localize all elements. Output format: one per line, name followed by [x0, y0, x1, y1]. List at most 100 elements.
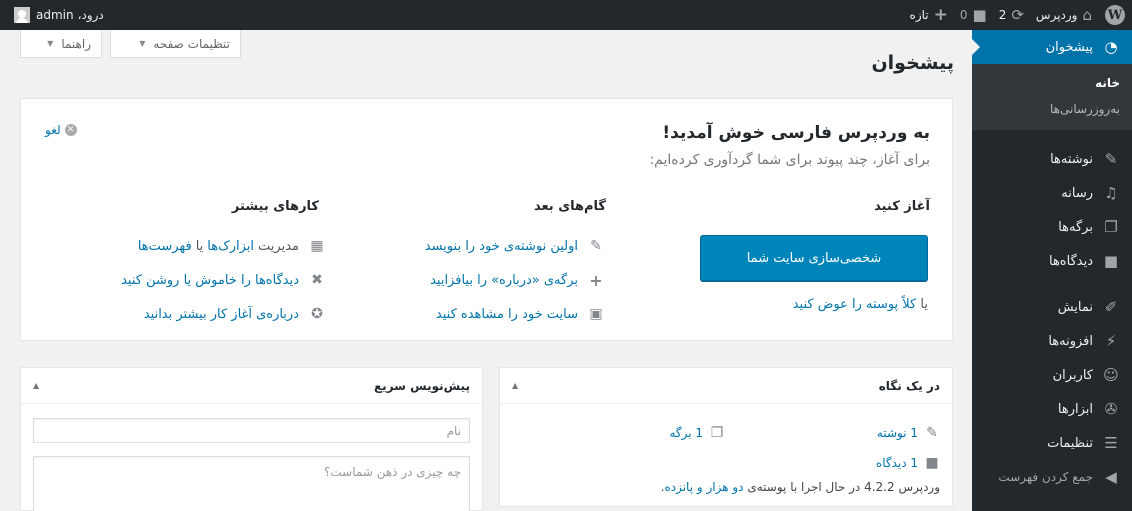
new-label: تازه — [909, 8, 929, 22]
plus-icon: + — [589, 270, 603, 290]
sidebar-item-comments[interactable]: ■ دیدگاه‌ها — [972, 244, 1132, 278]
change-theme-text: یا کلاً پوسته را عوض کنید — [793, 297, 928, 312]
screen-options-label: تنظیمات صفحه — [153, 36, 230, 51]
or-text: یا — [195, 238, 204, 254]
learn-more-link[interactable]: درباره‌ی آغاز کار بیشتر بدانید — [144, 307, 299, 322]
edit-page-icon: ✎ — [590, 238, 602, 254]
glance-pages[interactable]: ❐ 1 برگه — [510, 425, 725, 441]
posts-count-link[interactable]: 1 نوشته — [877, 426, 918, 440]
or-text: یا — [920, 297, 928, 312]
welcome-panel: به وردپرس فارسی خوش آمدید! برای آغاز، چن… — [20, 98, 953, 341]
sidebar-item-label: افزونه‌ها — [1048, 333, 1093, 349]
dismiss-label: لغو — [45, 123, 61, 137]
pushpin-icon: ✎ — [1104, 150, 1118, 168]
glance-comments[interactable]: ■ 1 دیدگاه — [725, 455, 940, 471]
collapse-menu-button[interactable]: ◀ جمع کردن فهرست — [972, 460, 1132, 494]
sidebar-item-label: تنظیمات — [1047, 435, 1093, 451]
glance-posts[interactable]: ✎ 1 نوشته — [725, 425, 940, 441]
theme-link[interactable]: دو هزار و پانزده — [664, 480, 743, 494]
sidebar-subitem-home[interactable]: خانه — [972, 70, 1132, 96]
list-item: ✖ دیدگاه‌ها را خاموش یا روشن کنید — [121, 263, 327, 297]
quick-draft-widget: پیش‌نویس سریع ▲ نام چه چیزی در ذهن شماست… — [20, 367, 483, 511]
comments-toggle-icon: ✖ — [311, 272, 323, 288]
comments-menu[interactable]: ■ 0 — [954, 0, 993, 30]
list-item: ▦ مدیریت ابزارک‌ها یا فهرست‌ها — [121, 229, 327, 263]
pages-icon: ❐ — [1104, 218, 1118, 236]
page-title: پیشخوان — [871, 52, 954, 74]
manage-menus-link[interactable]: فهرست‌ها — [138, 239, 192, 254]
sidebar-item-media[interactable]: ♫ رسانه — [972, 176, 1132, 210]
welcome-title: به وردپرس فارسی خوش آمدید! — [662, 123, 930, 143]
collapse-arrow-icon: ◀ — [1105, 468, 1117, 486]
more-actions-title: کارهای بیشتر — [231, 199, 319, 214]
widget-title: پیش‌نویس سریع — [373, 378, 470, 393]
new-content-menu[interactable]: + تازه — [904, 0, 954, 30]
dropdown-arrow-icon: ▼ — [139, 39, 146, 48]
help-button[interactable]: راهنما ▼ — [20, 30, 102, 58]
greeting: درود، — [77, 8, 104, 22]
widget-header[interactable]: پیش‌نویس سریع ▲ — [21, 368, 482, 404]
sidebar-item-label: نوشته‌ها — [1050, 151, 1093, 167]
more-actions-list: ▦ مدیریت ابزارک‌ها یا فهرست‌ها ✖ دیدگاه‌… — [121, 229, 327, 331]
comments-count: 0 — [959, 8, 968, 22]
write-first-post-link[interactable]: اولین نوشته‌ی خود را بنویسد — [425, 239, 578, 254]
sidebar-item-label: دیدگاه‌ها — [1048, 253, 1093, 269]
sidebar-item-posts[interactable]: ✎ نوشته‌ها — [972, 142, 1132, 176]
sidebar-item-pages[interactable]: ❐ برگه‌ها — [972, 210, 1132, 244]
sidebar-item-settings[interactable]: ☰ تنظیمات — [972, 426, 1132, 460]
sidebar-subitem-updates[interactable]: به‌روزرسانی‌ها — [972, 96, 1132, 122]
manage-widgets-link[interactable]: ابزارک‌ها — [207, 239, 254, 254]
wordpress-version-text: وردپرس 4.2.2 در حال اجرا با پوسته‌ی دو ه… — [661, 480, 940, 494]
change-theme-link[interactable]: کلاً پوسته را عوض کنید — [793, 297, 917, 312]
sidebar-item-appearance[interactable]: ✐ نمایش — [972, 290, 1132, 324]
widget-header[interactable]: در یک نگاه ▲ — [500, 368, 952, 404]
home-icon: ⌂ — [1082, 6, 1092, 24]
plus-icon: + — [933, 5, 948, 25]
draft-title-input[interactable]: نام — [33, 418, 470, 443]
list-item: ✪ درباره‌ی آغاز کار بیشتر بدانید — [121, 297, 327, 331]
screen-options-button[interactable]: تنظیمات صفحه ▼ — [110, 30, 241, 58]
at-a-glance-widget: در یک نگاه ▲ ✎ 1 نوشته ❐ 1 برگه ■ 1 دیدگ… — [499, 367, 953, 507]
view-site-icon: ▣ — [589, 306, 603, 322]
pages-count-link[interactable]: 1 برگه — [669, 426, 703, 440]
sidebar-item-users[interactable]: ☺ کاربران — [972, 358, 1132, 392]
plugin-icon: ⚡ — [1105, 332, 1117, 350]
glance-stats: ✎ 1 نوشته ❐ 1 برگه ■ 1 دیدگاه — [510, 418, 940, 478]
help-label: راهنما — [61, 36, 91, 51]
avatar — [14, 7, 30, 23]
manage-text: مدیریت — [258, 238, 299, 254]
comment-bubble-icon: ■ — [1103, 252, 1119, 270]
refresh-icon: ⟳ — [1011, 6, 1024, 24]
dismiss-welcome-link[interactable]: ✕ لغو — [45, 123, 77, 137]
settings-sliders-icon: ☰ — [1104, 434, 1118, 452]
wrench-icon: ✇ — [1104, 400, 1118, 418]
wordpress-logo-icon: W — [1105, 5, 1125, 25]
list-item: ✎ اولین نوشته‌ی خود را بنویسد — [425, 229, 606, 263]
version-text: وردپرس 4.2.2 در حال اجرا با پوسته‌ی — [747, 480, 940, 494]
sidebar-item-tools[interactable]: ✇ ابزارها — [972, 392, 1132, 426]
toggle-comments-link[interactable]: دیدگاه‌ها را خاموش یا روشن کنید — [121, 273, 299, 288]
sidebar-item-label: رسانه — [1061, 185, 1093, 201]
toggle-arrow-icon[interactable]: ▲ — [33, 381, 39, 390]
sidebar-item-label: نمایش — [1057, 299, 1093, 315]
draft-content-textarea[interactable]: چه چیزی در ذهن شماست؟ — [33, 456, 470, 511]
customize-site-button[interactable]: شخصی‌سازی سایت شما — [700, 235, 928, 281]
site-name-menu[interactable]: ⌂ وردپرس — [1030, 0, 1098, 30]
my-account-menu[interactable]: درود، admin — [8, 0, 110, 30]
pages-icon: ❐ — [710, 425, 724, 441]
updates-count: 2 — [998, 8, 1007, 22]
sidebar-item-label: برگه‌ها — [1058, 219, 1093, 235]
sidebar-item-plugins[interactable]: ⚡ افزونه‌ها — [972, 324, 1132, 358]
dashboard-gauge-icon: ◔ — [1104, 38, 1118, 56]
media-icon: ♫ — [1104, 184, 1118, 202]
add-about-page-link[interactable]: برگه‌ی «درباره» را بیافزایید — [430, 273, 578, 288]
comment-bubble-icon: ■ — [972, 6, 987, 24]
wordpress-logo-menu[interactable]: W — [1098, 0, 1132, 30]
toggle-arrow-icon[interactable]: ▲ — [512, 381, 518, 390]
dashboard-submenu: خانه به‌روزرسانی‌ها — [972, 64, 1132, 130]
updates-menu[interactable]: ⟳ 2 — [993, 0, 1030, 30]
admin-sidebar: ◔ پیشخوان خانه به‌روزرسانی‌ها ✎ نوشته‌ها… — [972, 30, 1132, 511]
view-site-link[interactable]: سایت خود را مشاهده کنید — [436, 307, 578, 322]
comments-count-link[interactable]: 1 دیدگاه — [876, 456, 918, 470]
sidebar-item-dashboard[interactable]: ◔ پیشخوان — [972, 30, 1132, 64]
